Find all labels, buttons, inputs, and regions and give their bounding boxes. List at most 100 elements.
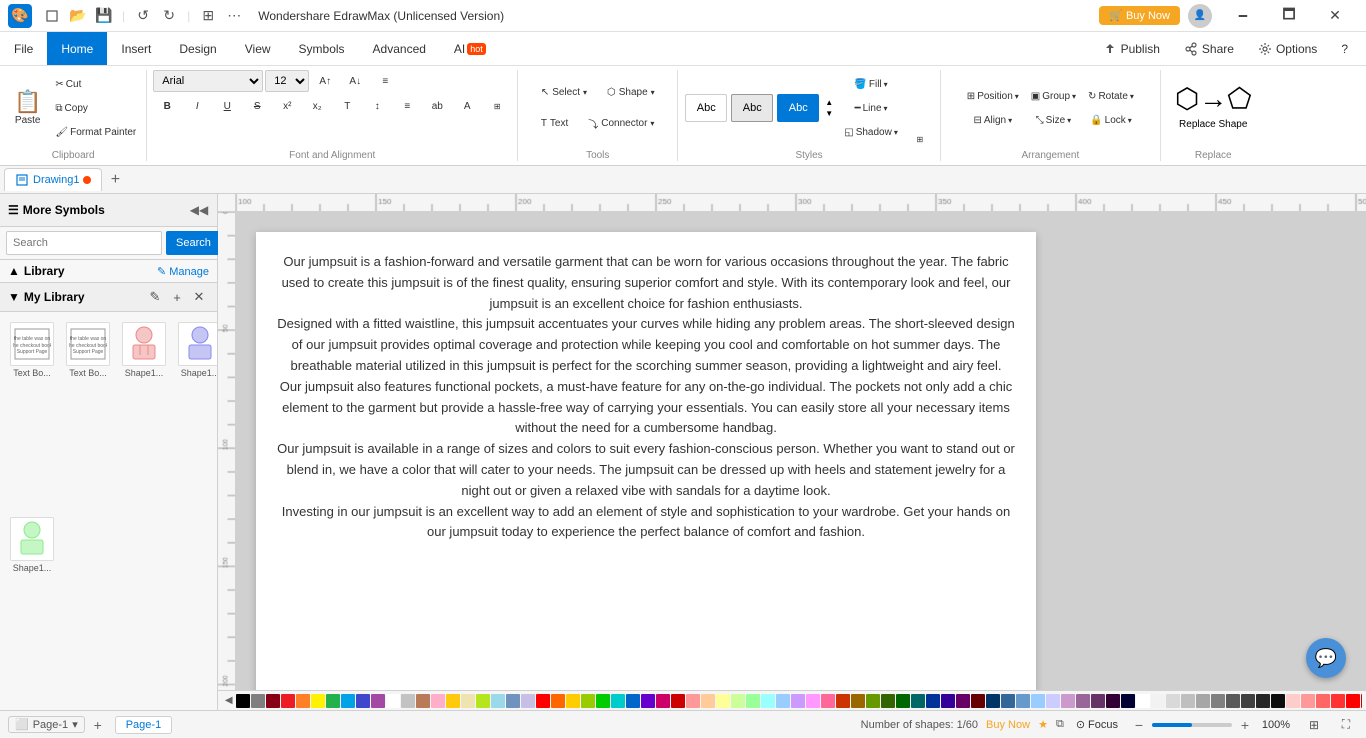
color-swatch[interactable] — [236, 694, 250, 708]
color-swatch[interactable] — [416, 694, 430, 708]
color-swatch[interactable] — [1151, 694, 1165, 708]
menu-ai[interactable]: AI hot — [440, 32, 500, 65]
menu-view[interactable]: View — [231, 32, 285, 65]
color-swatch[interactable] — [536, 694, 550, 708]
color-swatch[interactable] — [896, 694, 910, 708]
library-close-button[interactable]: ✕ — [189, 287, 209, 307]
color-swatch[interactable] — [1256, 694, 1270, 708]
color-swatch[interactable] — [746, 694, 760, 708]
menu-home[interactable]: Home — [47, 32, 107, 65]
color-swatch[interactable] — [1046, 694, 1060, 708]
style-box-2[interactable]: Abc — [731, 94, 773, 122]
color-swatch[interactable] — [971, 694, 985, 708]
user-avatar[interactable]: 👤 — [1188, 4, 1212, 28]
styles-expand-button[interactable]: ⊞ — [906, 132, 934, 146]
group-button[interactable]: ▣ Group ▾ — [1027, 85, 1080, 107]
list-button[interactable]: ≡ — [393, 95, 421, 117]
options-button[interactable]: Options — [1248, 38, 1327, 60]
add-page-button[interactable]: + — [89, 716, 107, 734]
more-button[interactable]: ⋯ — [222, 4, 246, 28]
color-swatch[interactable] — [1106, 694, 1120, 708]
menu-insert[interactable]: Insert — [107, 32, 165, 65]
color-swatch[interactable] — [866, 694, 880, 708]
font-expand-button[interactable]: ⊞ — [483, 95, 511, 117]
search-button[interactable]: Search — [166, 231, 221, 255]
color-swatch[interactable] — [956, 694, 970, 708]
rotate-button[interactable]: ↻ Rotate ▾ — [1084, 85, 1138, 107]
color-swatch[interactable] — [566, 694, 580, 708]
color-swatch[interactable] — [731, 694, 745, 708]
zoom-out-button[interactable]: − — [1130, 716, 1148, 734]
menu-file[interactable]: File — [0, 32, 47, 65]
style-box-3[interactable]: Abc — [777, 94, 819, 122]
layers-icon[interactable]: ⧉ — [1056, 718, 1064, 731]
connector-button[interactable]: ⤵ Connector ▾ — [580, 110, 662, 138]
color-swatch[interactable] — [1091, 694, 1105, 708]
color-swatch[interactable] — [521, 694, 535, 708]
color-swatch[interactable] — [1001, 694, 1015, 708]
color-swatch[interactable] — [581, 694, 595, 708]
position-button[interactable]: ⊞ Position ▾ — [963, 85, 1023, 107]
color-swatch[interactable] — [266, 694, 280, 708]
color-swatch[interactable] — [506, 694, 520, 708]
drawing-tab[interactable]: Drawing1 — [4, 168, 102, 191]
color-swatch[interactable] — [1121, 694, 1135, 708]
style-box-1[interactable]: Abc — [685, 94, 727, 122]
color-swatch[interactable] — [281, 694, 295, 708]
color-swatch[interactable] — [1016, 694, 1030, 708]
strikethrough-button[interactable]: S — [243, 95, 271, 117]
zoom-in-button[interactable]: + — [1236, 716, 1254, 734]
bold-button[interactable]: B — [153, 95, 181, 117]
menu-symbols[interactable]: Symbols — [285, 32, 359, 65]
highlight-button[interactable]: ab — [423, 95, 451, 117]
color-swatch[interactable] — [851, 694, 865, 708]
size-button[interactable]: ⤡ Size ▾ — [1027, 109, 1080, 131]
color-swatch[interactable] — [626, 694, 640, 708]
color-swatch[interactable] — [476, 694, 490, 708]
subscript-button[interactable]: x₂ — [303, 95, 331, 117]
chat-button[interactable]: 💬 — [1306, 638, 1346, 678]
color-swatch[interactable] — [701, 694, 715, 708]
maximize-button[interactable]: 🗖 — [1266, 2, 1312, 30]
color-swatch[interactable] — [251, 694, 265, 708]
color-swatch[interactable] — [1346, 694, 1360, 708]
font-color-button[interactable]: A — [453, 95, 481, 117]
color-swatch[interactable] — [341, 694, 355, 708]
color-swatch[interactable] — [716, 694, 730, 708]
color-swatch[interactable] — [1301, 694, 1315, 708]
color-swatch[interactable] — [1361, 694, 1362, 708]
color-swatch[interactable] — [1211, 694, 1225, 708]
shape-item-5[interactable]: Shape1... — [6, 513, 58, 704]
color-swatch[interactable] — [836, 694, 850, 708]
color-swatch[interactable] — [1181, 694, 1195, 708]
color-swatch[interactable] — [326, 694, 340, 708]
text-button[interactable]: T Text — [533, 110, 576, 138]
shape-item-3[interactable]: Shape1... — [118, 318, 170, 509]
panel-collapse-button[interactable]: ◀◀ — [189, 200, 209, 220]
fit-page-button[interactable]: ⊞ — [1302, 713, 1326, 737]
color-swatch[interactable] — [1166, 694, 1180, 708]
style-scroll-up[interactable]: ▲ — [822, 98, 836, 108]
color-swatch[interactable] — [1241, 694, 1255, 708]
text-direction-button[interactable]: T — [333, 95, 361, 117]
palette-left-arrow[interactable]: ◀ — [222, 693, 235, 709]
buy-now-button[interactable]: 🛒 Buy Now — [1099, 6, 1180, 25]
color-swatch[interactable] — [596, 694, 610, 708]
color-swatch[interactable] — [1031, 694, 1045, 708]
fill-button[interactable]: 🪣 Fill ▾ — [840, 73, 902, 95]
shape-item-2[interactable]: the table was onthe checkout bookSupport… — [62, 318, 114, 509]
redo-button[interactable]: ↻ — [157, 4, 181, 28]
share-button[interactable]: Share — [1174, 38, 1244, 60]
publish-button[interactable]: Publish — [1093, 38, 1170, 60]
color-swatch[interactable] — [1061, 694, 1075, 708]
line-spacing-button[interactable]: ↕ — [363, 95, 391, 117]
color-swatch[interactable] — [671, 694, 685, 708]
canvas-scroll[interactable]: Our jumpsuit is a fashion-forward and ve… — [236, 212, 1366, 690]
color-swatch[interactable] — [806, 694, 820, 708]
color-swatch[interactable] — [386, 694, 400, 708]
fullscreen-button[interactable]: ⊞ — [196, 4, 220, 28]
copy-button[interactable]: ⧉ Copy — [51, 97, 140, 119]
focus-button[interactable]: ⊙ Focus — [1072, 715, 1122, 735]
paste-button[interactable]: 📋 Paste — [6, 72, 49, 144]
color-swatch[interactable] — [1076, 694, 1090, 708]
